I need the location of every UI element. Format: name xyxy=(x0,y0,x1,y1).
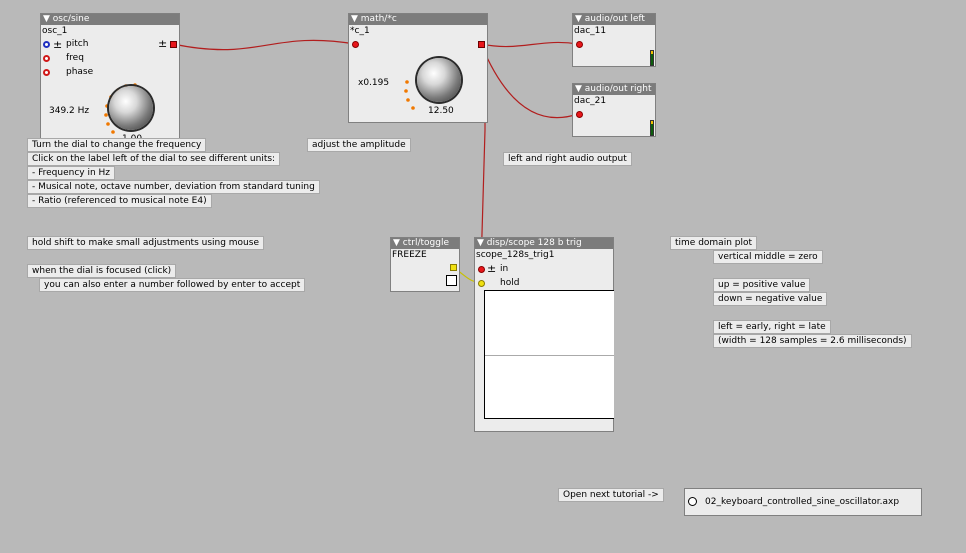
note-enter-number: you can also enter a number followed by … xyxy=(39,278,306,292)
note-click-label: Click on the label left of the dial to s… xyxy=(27,152,281,166)
osc-sine-object[interactable]: ▼ osc/sine osc_1 ± pitch freq phase ± 34… xyxy=(40,13,180,153)
note-audio-output: left and right audio output xyxy=(503,152,632,166)
math-dial-value: 12.50 xyxy=(428,106,454,116)
note-ratio: - Ratio (referenced to musical note E4) xyxy=(27,194,212,208)
ctrl-toggle-object[interactable]: ▼ ctrl/toggle FREEZE xyxy=(390,237,460,292)
scope-zero-line xyxy=(485,354,614,356)
note-musical-note: - Musical note, octave number, deviation… xyxy=(27,180,320,194)
scope-title[interactable]: ▼ disp/scope 128 b trig xyxy=(475,238,613,249)
note-hold-shift: hold shift to make small adjustments usi… xyxy=(27,236,264,250)
note-vertical-middle: vertical middle = zero xyxy=(713,250,823,264)
frequency-dial[interactable] xyxy=(109,86,153,130)
out-right-title[interactable]: ▼ audio/out right xyxy=(573,84,655,95)
osc-instance-name: osc_1 xyxy=(42,26,68,36)
math-inlet[interactable] xyxy=(352,41,359,48)
next-patch-link[interactable]: 02_keyboard_controlled_sine_oscillator.a… xyxy=(684,488,922,516)
pitch-inlet[interactable] xyxy=(43,41,50,48)
freeze-toggle-box[interactable] xyxy=(446,275,457,286)
math-const-object[interactable]: ▼ math/*c *c_1 x0.195 12.50 xyxy=(348,13,488,123)
math-instance-name: *c_1 xyxy=(350,26,370,36)
scope-in-inlet[interactable] xyxy=(478,266,485,273)
phase-inlet[interactable] xyxy=(43,69,50,76)
scope-in-pm: ± xyxy=(487,262,497,275)
out-left-title[interactable]: ▼ audio/out left xyxy=(573,14,655,25)
wire-osc-to-math xyxy=(172,39,356,51)
scope-instance: scope_128s_trig1 xyxy=(476,250,555,260)
audio-out-left-object[interactable]: ▼ audio/out left dac_11 xyxy=(572,13,656,67)
toggle-label: FREEZE xyxy=(392,250,427,260)
math-title[interactable]: ▼ math/*c xyxy=(349,14,487,25)
out-right-vu-meter xyxy=(650,120,654,136)
next-patch-name[interactable]: 02_keyboard_controlled_sine_oscillator.a… xyxy=(705,497,899,507)
note-down-negative: down = negative value xyxy=(713,292,828,306)
scope-plot-area xyxy=(484,290,614,419)
note-time-domain-plot: time domain plot xyxy=(670,236,758,250)
freq-label: freq xyxy=(66,53,84,63)
scope-hold-label: hold xyxy=(500,278,520,288)
wave-outlet[interactable] xyxy=(170,41,177,48)
note-open-next-tutorial: Open next tutorial -> xyxy=(558,488,664,502)
note-up-positive: up = positive value xyxy=(713,278,811,292)
amplitude-dial[interactable] xyxy=(417,58,461,102)
out-left-inlet[interactable] xyxy=(576,41,583,48)
wire-math-to-right xyxy=(480,43,579,119)
note-turn-dial: Turn the dial to change the frequency xyxy=(27,138,207,152)
wire-math-to-left xyxy=(480,41,579,48)
scope-hold-inlet[interactable] xyxy=(478,280,485,287)
freq-value-label[interactable]: 349.2 Hz xyxy=(49,106,89,116)
pitch-pm: ± xyxy=(53,38,63,51)
out-left-instance: dac_11 xyxy=(574,26,607,36)
note-adjust-amplitude: adjust the amplitude xyxy=(307,138,411,152)
out-right-instance: dac_21 xyxy=(574,96,607,106)
phase-label: phase xyxy=(66,67,94,77)
math-multiplier-value: x0.195 xyxy=(358,78,390,88)
note-left-early: left = early, right = late xyxy=(713,320,831,334)
out-right-inlet[interactable] xyxy=(576,111,583,118)
scope-object[interactable]: ▼ disp/scope 128 b trig scope_128s_trig1… xyxy=(474,237,614,432)
freq-inlet[interactable] xyxy=(43,55,50,62)
math-outlet[interactable] xyxy=(478,41,485,48)
toggle-title[interactable]: ▼ ctrl/toggle xyxy=(391,238,459,249)
output-pm: ± xyxy=(158,37,168,50)
note-frequency-hz: - Frequency in Hz xyxy=(27,166,116,180)
note-width-samples: (width = 128 samples = 2.6 milliseconds) xyxy=(713,334,912,348)
toggle-outlet[interactable] xyxy=(450,264,457,271)
audio-out-right-object[interactable]: ▼ audio/out right dac_21 xyxy=(572,83,656,137)
pitch-label: pitch xyxy=(66,39,89,49)
note-dial-focused: when the dial is focused (click) xyxy=(27,264,177,278)
osc-sine-title[interactable]: ▼ osc/sine xyxy=(41,14,179,25)
open-patch-radio-icon[interactable] xyxy=(688,497,697,506)
out-left-vu-meter xyxy=(650,50,654,66)
scope-in-label: in xyxy=(500,264,509,274)
